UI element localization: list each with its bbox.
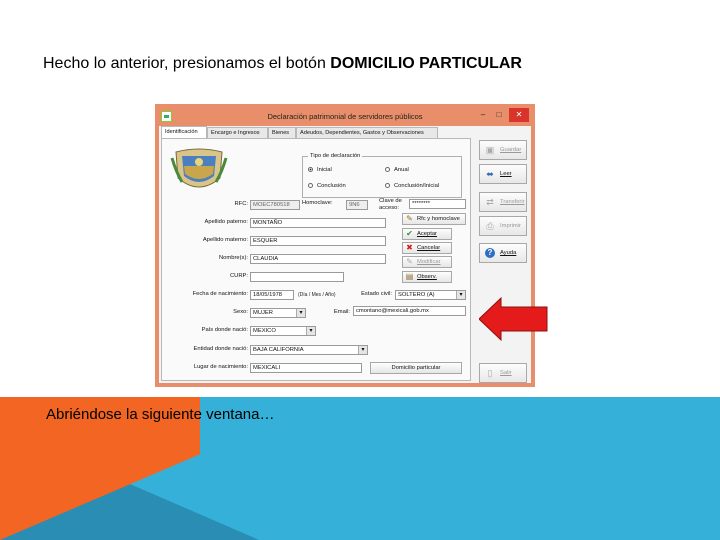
apellido-paterno-label: Apellido paterno: (204, 219, 248, 225)
ayuda-button[interactable]: ? Ayuda (479, 243, 527, 263)
radio-circle-icon (385, 167, 390, 172)
radio-anual[interactable]: Anual (385, 167, 409, 173)
slide-title-prefix: Hecho lo anterior, presionamos el botón (43, 55, 331, 72)
notes-icon: ▤ (405, 272, 414, 281)
modificar-button[interactable]: ✎ Modificar (402, 256, 452, 268)
clave-acceso-label: Clave de acceso: (379, 198, 402, 211)
estado-civil-select[interactable]: SOLTERO (A) (395, 290, 466, 300)
email-label: Email: (333, 309, 350, 315)
printer-icon: ⎙ (486, 221, 494, 231)
minimize-button[interactable]: – (475, 108, 491, 122)
cancelar-button[interactable]: ✖ Cancelar (402, 242, 452, 254)
rfc-homoclave-button[interactable]: ✎ Rfc y homoclave (402, 213, 466, 225)
slide-title-bold: DOMICILIO PARTICULAR (330, 55, 522, 72)
salir-button[interactable]: ▯ Salir (479, 363, 527, 383)
modificar-label: Modificar (417, 259, 441, 265)
red-arrow-icon (479, 296, 548, 342)
rfc-label: RFC: (234, 201, 248, 207)
salir-label: Salir (500, 370, 512, 376)
tab-adeudos[interactable]: Adeudos, Dependientes, Gastos y Observac… (296, 127, 438, 138)
pencil-icon: ✎ (406, 214, 413, 223)
curp-label: CURP: (229, 273, 248, 279)
radio-circle-icon (308, 183, 313, 188)
guardar-button[interactable]: ▣ Guardar (479, 140, 527, 160)
app-window: Declaración patrimonial de servidores pú… (155, 104, 535, 387)
homoclave-label: Homoclave: (302, 200, 333, 206)
curp-input[interactable] (250, 272, 344, 282)
aceptar-button[interactable]: ✔ Aceptar (402, 228, 452, 240)
tab-identificacion[interactable]: Identificación (161, 126, 207, 138)
domicilio-particular-label: Domicilio particular (391, 365, 441, 371)
maximize-button[interactable]: □ (491, 108, 507, 122)
apellido-materno-label: Apellido materno: (202, 237, 248, 243)
state-seal-logo (170, 148, 228, 188)
entidad-select[interactable]: BAJA CALIFORNIA (250, 345, 368, 355)
radio-inicial-label: Inicial (317, 167, 332, 173)
fecha-nacimiento-input[interactable]: 18/05/1978 (250, 290, 294, 300)
nombres-input[interactable]: CLAUDIA (250, 254, 386, 264)
exit-door-icon: ▯ (487, 368, 493, 378)
cancelar-label: Cancelar (417, 245, 441, 251)
estado-civil-label: Estado civil: (361, 291, 392, 297)
identificacion-panel: Tipo de declaración Inicial Anual Conclu… (161, 138, 471, 381)
save-icon: ▣ (485, 145, 495, 155)
observ-label: Observ. (417, 274, 437, 280)
radio-conclusion-label: Conclusión (317, 183, 346, 189)
rfc-input[interactable]: MOEC780518 (250, 200, 300, 210)
transfer-icon: ⇄ (486, 197, 494, 207)
radio-conclusion[interactable]: Conclusión (308, 183, 346, 189)
transferir-button[interactable]: ⇄ Transferir (479, 192, 527, 212)
radio-circle-icon (308, 167, 313, 172)
transferir-label: Transferir (500, 199, 525, 205)
edit-document-icon: ✎ (406, 257, 413, 266)
slide-caption: Abriéndose la siguiente ventana… (46, 406, 275, 423)
radio-circle-icon (385, 183, 390, 188)
pais-label: País donde nació: (201, 327, 248, 333)
cross-icon: ✖ (406, 243, 413, 252)
nombres-label: Nombre(s): (219, 255, 248, 261)
close-button[interactable]: ✕ (509, 108, 529, 122)
fecha-format-hint: (Día / Mes / Año) (298, 292, 336, 298)
slide-title: Hecho lo anterior, presionamos el botón … (43, 55, 522, 73)
fecha-nacimiento-label: Fecha de nacimiento: (192, 291, 248, 297)
aceptar-label: Aceptar (417, 231, 437, 237)
apellido-paterno-input[interactable]: MONTAÑO (250, 218, 386, 228)
rfc-homoclave-label: Rfc y homoclave (417, 216, 460, 222)
guardar-label: Guardar (500, 147, 522, 153)
window-titlebar[interactable]: Declaración patrimonial de servidores pú… (159, 108, 531, 126)
entidad-label: Entidad donde nació: (193, 346, 248, 352)
apellido-materno-input[interactable]: ESQUER (250, 236, 386, 246)
radio-inicial[interactable]: Inicial (308, 167, 332, 173)
radio-anual-label: Anual (394, 167, 409, 173)
lugar-nacimiento-input[interactable]: MEXICALI (250, 363, 362, 373)
imprimir-label: Imprimir (500, 223, 521, 229)
read-icon: ⬌ (486, 169, 494, 179)
sexo-label: Sexo: (233, 309, 248, 315)
help-icon: ? (485, 248, 495, 258)
leer-label: Leer (500, 171, 512, 177)
domicilio-particular-button[interactable]: Domicilio particular (370, 362, 462, 374)
homoclave-input[interactable]: 9N6 (346, 200, 368, 210)
checkmark-icon: ✔ (406, 229, 413, 238)
lugar-nacimiento-label: Lugar de nacimiento: (193, 364, 248, 370)
pais-select[interactable]: MEXICO (250, 326, 316, 336)
radio-conclusion-inicial-label: Conclusión/Inicial (394, 183, 440, 189)
email-input[interactable]: cmontano@mexicali.gob.mx (353, 306, 466, 316)
observ-button[interactable]: ▤ Observ. (402, 271, 452, 283)
leer-button[interactable]: ⬌ Leer (479, 164, 527, 184)
clave-acceso-input[interactable]: ******** (409, 199, 466, 209)
sexo-select[interactable]: MUJER (250, 308, 306, 318)
ayuda-label: Ayuda (500, 250, 517, 256)
tab-bienes[interactable]: Bienes (268, 127, 296, 138)
tipo-declaracion-group: Tipo de declaración Inicial Anual Conclu… (302, 153, 462, 198)
tab-encargo-ingresos[interactable]: Encargo e Ingresos (207, 127, 268, 138)
imprimir-button[interactable]: ⎙ Imprimir (479, 216, 527, 236)
radio-conclusion-inicial[interactable]: Conclusión/Inicial (385, 183, 439, 189)
tipo-declaracion-legend: Tipo de declaración (308, 153, 363, 159)
